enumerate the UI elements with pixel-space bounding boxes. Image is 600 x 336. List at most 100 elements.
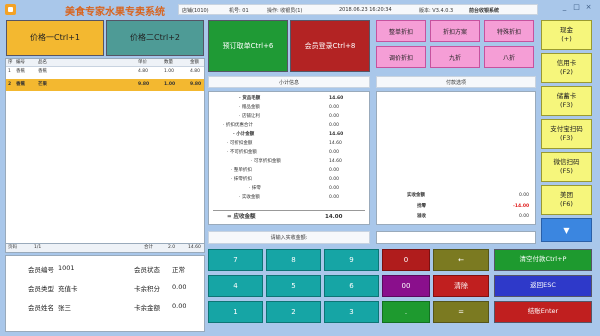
pay-method-key: (F5) bbox=[560, 167, 573, 175]
table-row[interactable]: 1 香蕉 香蕉 4.80 1.00 4.80 bbox=[6, 68, 204, 77]
row-name: 芒果 bbox=[38, 82, 47, 87]
key-3[interactable]: 3 bbox=[324, 301, 379, 323]
settle-button[interactable]: 结账Enter bbox=[494, 301, 592, 323]
due-label: = 应收金额 bbox=[227, 214, 256, 220]
pay-wechat-button[interactable]: 微信扫码 (F5) bbox=[541, 152, 592, 182]
minimize-icon[interactable]: _ bbox=[560, 3, 569, 12]
key-5[interactable]: 5 bbox=[266, 275, 321, 297]
row-no: 1 bbox=[8, 69, 11, 74]
member-code-label: 会员编号 bbox=[28, 266, 54, 274]
member-balance-label: 卡余金额 bbox=[134, 304, 160, 312]
pay-credit-card-button[interactable]: 信用卡 (F2) bbox=[541, 53, 592, 83]
mode-info: 前台收银系统 bbox=[469, 8, 500, 14]
subtotal-panel: · 货品毛额 14.60 · 赠品金额 0.00 · 店铺让利 0.00 · 折… bbox=[208, 91, 370, 225]
due-value: 14.00 bbox=[325, 214, 343, 220]
price2-button[interactable]: 价格二Ctrl+2 bbox=[106, 20, 204, 56]
member-status-label: 会员状态 bbox=[134, 266, 160, 274]
col-header-name: 品名 bbox=[38, 60, 47, 65]
key-1[interactable]: 1 bbox=[208, 301, 263, 323]
pay-method-key: (+) bbox=[561, 35, 572, 43]
items-table: 序 编号 品名 单价 数量 金额 1 香蕉 香蕉 4.80 1.00 4.80 … bbox=[5, 58, 205, 252]
subtotal-header: 小计信息 bbox=[208, 76, 370, 88]
member-code: 1001 bbox=[58, 264, 75, 272]
whole-order-discount-button[interactable]: 整单折扣 bbox=[376, 20, 426, 42]
payment-input[interactable] bbox=[376, 231, 536, 244]
row-code: 香蕉 bbox=[16, 69, 25, 74]
eighty-percent-button[interactable]: 八折 bbox=[484, 46, 534, 68]
row-amount: 9.80 bbox=[190, 82, 202, 87]
machine-info: 机号: 01 bbox=[229, 8, 249, 14]
key-clear[interactable]: 清除 bbox=[433, 275, 489, 297]
subtotal-label: · 可折扣金额 bbox=[227, 141, 253, 146]
ninety-percent-button[interactable]: 九折 bbox=[430, 46, 480, 68]
diff-label: 找零 bbox=[417, 204, 426, 209]
subtotal-label: · 赠品金额 bbox=[239, 105, 260, 110]
info-bar: 店铺(1010) 机号: 01 操作: 收银员(1) 2018.06.23 16… bbox=[178, 4, 538, 15]
special-discount-button[interactable]: 特殊折扣 bbox=[484, 20, 534, 42]
key-backspace[interactable]: ← bbox=[433, 249, 489, 271]
key-dot[interactable]: . bbox=[382, 301, 430, 323]
member-panel: 会员编号 1001 会员状态 正常 会员类型 充值卡 卡余积分 0.00 会员姓… bbox=[5, 255, 205, 332]
pay-method-name: 微信扫码 bbox=[553, 157, 580, 166]
row-qty: 1.00 bbox=[164, 69, 175, 74]
pay-alipay-button[interactable]: 支付宝扫码 (F3) bbox=[541, 119, 592, 149]
close-icon[interactable]: × bbox=[584, 3, 593, 12]
member-type-label: 会员类型 bbox=[28, 285, 54, 293]
amount-input[interactable]: 请输入实收金额: bbox=[208, 231, 370, 244]
price1-button[interactable]: 价格一Ctrl+1 bbox=[6, 20, 104, 56]
scroll-down-icon[interactable]: ▼ bbox=[541, 218, 592, 242]
store-info: 店铺(1010) bbox=[182, 8, 209, 14]
key-2[interactable]: 2 bbox=[266, 301, 321, 323]
back-button[interactable]: 返回ESC bbox=[494, 275, 592, 297]
member-name-label: 会员姓名 bbox=[28, 304, 54, 312]
total-qty: 2.0 bbox=[168, 245, 176, 250]
pay-method-name: 支付宝扫码 bbox=[550, 124, 583, 133]
row-code: 香蕉 bbox=[16, 82, 25, 87]
key-0[interactable]: 0 bbox=[382, 249, 430, 271]
pay-method-name: 储蓄卡 bbox=[556, 91, 577, 100]
payment-header: 付款选项 bbox=[376, 76, 536, 88]
table-row[interactable]: 2 香蕉 芒果 9.80 1.00 9.80 bbox=[6, 79, 204, 91]
subtotal-label: · 不可折扣金额 bbox=[227, 150, 257, 155]
key-8[interactable]: 8 bbox=[266, 249, 321, 271]
pay-method-key: (F6) bbox=[560, 200, 573, 208]
key-6[interactable]: 6 bbox=[324, 275, 379, 297]
key-00[interactable]: 00 bbox=[382, 275, 430, 297]
subtotal-value: 0.00 bbox=[329, 105, 340, 110]
pay-debit-card-button[interactable]: 储蓄卡 (F3) bbox=[541, 86, 592, 116]
member-points: 0.00 bbox=[172, 283, 187, 291]
pay-method-key: (F2) bbox=[560, 68, 573, 76]
pay-method-name: 美团 bbox=[560, 190, 573, 199]
row-amount: 4.80 bbox=[190, 69, 201, 74]
change-label: 溢收 bbox=[417, 214, 426, 219]
clear-payment-button[interactable]: 清空付款Ctrl+P bbox=[494, 249, 592, 271]
member-status: 正常 bbox=[172, 266, 185, 274]
row-price: 9.80 bbox=[138, 82, 150, 87]
maximize-icon[interactable]: □ bbox=[572, 3, 581, 12]
subtotal-value: 14.60 bbox=[329, 159, 342, 164]
member-name: 张三 bbox=[58, 304, 71, 312]
key-4[interactable]: 4 bbox=[208, 275, 263, 297]
col-header-price: 单价 bbox=[138, 60, 147, 65]
page-label: 页码 bbox=[8, 245, 17, 250]
subtotal-label: · 折扣优惠合计 bbox=[223, 123, 253, 128]
pay-meituan-button[interactable]: 美团 (F6) bbox=[541, 185, 592, 215]
key-9[interactable]: 9 bbox=[324, 249, 379, 271]
subtotal-label: · 抹零折扣 bbox=[231, 177, 252, 182]
key-equals[interactable]: = bbox=[433, 301, 489, 323]
page-value: 1/1 bbox=[34, 245, 42, 250]
subtotal-value: 0.00 bbox=[329, 195, 340, 200]
row-qty: 1.00 bbox=[164, 82, 176, 87]
operator-info: 操作: 收银员(1) bbox=[267, 8, 303, 14]
row-no: 2 bbox=[8, 82, 12, 87]
discount-plan-button[interactable]: 折扣方案 bbox=[430, 20, 480, 42]
datetime-info: 2018.06.23 16:20:34 bbox=[339, 7, 392, 13]
pay-cash-button[interactable]: 现金 (+) bbox=[541, 20, 592, 50]
member-login-button[interactable]: 会员登录Ctrl+8 bbox=[290, 20, 370, 72]
received-label: 实收金额 bbox=[407, 193, 425, 198]
col-header-qty: 数量 bbox=[164, 60, 173, 65]
prepay-button[interactable]: 预订取单Ctrl+6 bbox=[208, 20, 288, 72]
key-7[interactable]: 7 bbox=[208, 249, 263, 271]
price-adjust-discount-button[interactable]: 调价折扣 bbox=[376, 46, 426, 68]
subtotal-value: 0.00 bbox=[329, 186, 340, 191]
